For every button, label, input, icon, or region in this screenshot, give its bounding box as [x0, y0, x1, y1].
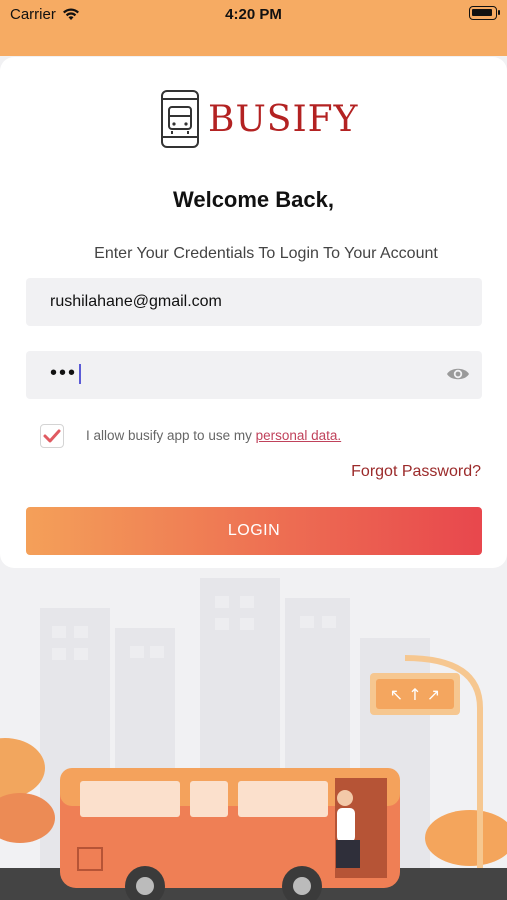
eye-icon[interactable] [446, 365, 470, 383]
subtitle: Enter Your Credentials To Login To Your … [94, 245, 438, 262]
email-field[interactable]: rushilahane@gmail.com [26, 278, 482, 326]
checkmark-icon [43, 429, 61, 443]
status-bar: Carrier 4:20 PM [0, 0, 507, 56]
brand-name: BUSIFY [208, 98, 359, 140]
forgot-password-link[interactable]: Forgot Password? [351, 463, 481, 481]
email-value: rushilahane@gmail.com [50, 293, 222, 310]
consent-text: I allow busify app to use my personal da… [86, 428, 341, 443]
personal-data-link[interactable]: personal data. [256, 428, 342, 443]
consent-label: I allow busify app to use my [86, 428, 256, 443]
welcome-heading: Welcome Back, [172, 187, 334, 212]
battery-icon [469, 6, 500, 20]
consent-checkbox[interactable] [40, 424, 64, 448]
logo: BUSIFY [160, 89, 358, 149]
bus-illustration: ↖ ↑ ↗ [0, 578, 507, 900]
status-time: 4:20 PM [225, 6, 282, 23]
password-mask: ••• [50, 362, 78, 384]
svg-text:↖ ↑ ↗: ↖ ↑ ↗ [390, 685, 440, 704]
password-value: ••• [50, 362, 82, 385]
phone-bus-icon [161, 90, 199, 148]
password-field[interactable]: ••• [26, 351, 482, 399]
text-caret [79, 363, 82, 384]
login-button[interactable]: LOGIN [26, 507, 482, 555]
